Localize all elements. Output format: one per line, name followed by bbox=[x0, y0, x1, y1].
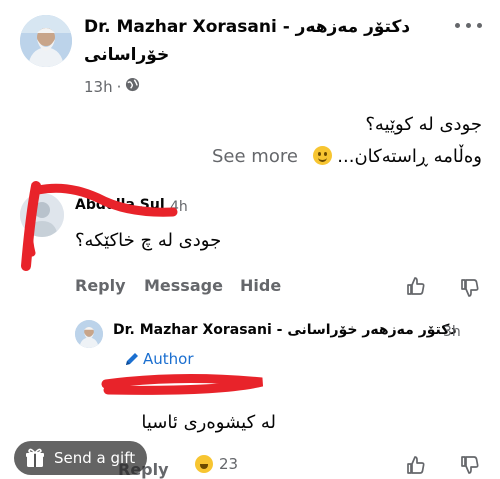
dot-icon bbox=[455, 22, 460, 28]
gift-icon bbox=[26, 448, 44, 467]
reply-timestamp[interactable]: 3h bbox=[443, 324, 461, 340]
pencil-icon bbox=[126, 353, 138, 365]
comment-text: جودی لە چ خاکێکە؟ bbox=[75, 230, 222, 251]
post-text-line-1: جودی لە کوێیە؟ bbox=[365, 114, 482, 135]
reply-thumbs-down-icon[interactable] bbox=[460, 455, 480, 479]
redaction-line bbox=[101, 373, 264, 395]
post-timestamp[interactable]: 13h · bbox=[84, 77, 140, 96]
redaction-scribble bbox=[21, 181, 178, 271]
post-author-name[interactable]: Dr. Mazhar Xorasani - دکتۆر مەزهەر خۆراس… bbox=[84, 13, 434, 69]
comment-reply-button[interactable]: Reply bbox=[75, 276, 126, 295]
thumbs-up-icon[interactable] bbox=[406, 276, 426, 300]
comment-hide-button[interactable]: Hide bbox=[240, 276, 281, 295]
thumbs-down-icon[interactable] bbox=[460, 278, 480, 302]
reaction-count: 23 bbox=[219, 455, 239, 473]
dot-icon bbox=[477, 22, 482, 28]
reply-author-name[interactable]: Dr. Mazhar Xorasani - دکتۆر مەزهەر خۆراس… bbox=[113, 322, 457, 338]
post-time-text: 13h bbox=[84, 77, 113, 96]
send-gift-button[interactable]: Send a gift bbox=[14, 441, 148, 475]
author-badge: Author bbox=[124, 350, 194, 368]
haha-reaction-icon bbox=[195, 455, 213, 473]
reply-author-avatar[interactable] bbox=[75, 320, 103, 348]
post-author-avatar[interactable] bbox=[20, 15, 72, 67]
author-badge-label: Author bbox=[143, 350, 194, 368]
see-more-link[interactable]: See more bbox=[212, 146, 298, 167]
reply-thumbs-up-icon[interactable] bbox=[406, 455, 426, 479]
send-gift-label: Send a gift bbox=[54, 449, 136, 467]
globe-icon bbox=[125, 77, 140, 96]
dot-icon bbox=[466, 22, 471, 28]
smiley-emoji-icon bbox=[312, 146, 332, 165]
comment-message-button[interactable]: Message bbox=[144, 276, 223, 295]
more-options-button[interactable] bbox=[455, 17, 489, 33]
post-text-line-2: وەڵامە ڕاستەکان... bbox=[312, 146, 482, 167]
reply-text: لە کیشوەری ئاسیا bbox=[141, 412, 276, 433]
reaction-summary[interactable]: 23 bbox=[195, 455, 238, 473]
